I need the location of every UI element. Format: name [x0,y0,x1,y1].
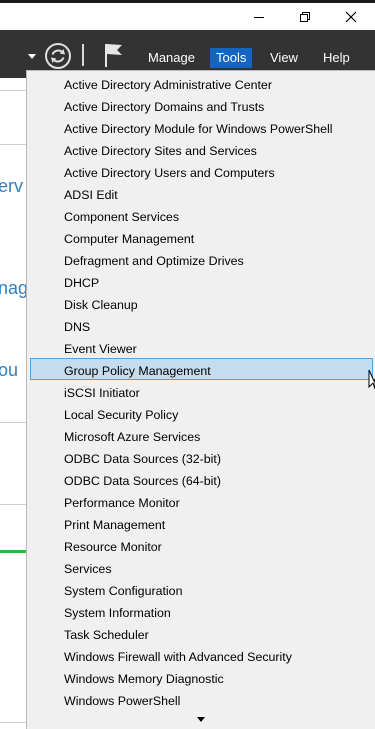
tools-dropdown-menu: Active Directory Administrative Center A… [26,70,375,729]
menu-item-dns[interactable]: DNS [64,316,364,338]
divider [0,422,26,423]
menu-item-defragment[interactable]: Defragment and Optimize Drives [64,250,364,272]
menu-item-odbc-64[interactable]: ODBC Data Sources (64-bit) [64,470,364,492]
menu-item-system-information[interactable]: System Information [64,602,364,624]
menu-item-group-policy-management[interactable]: Group Policy Management [64,360,364,382]
menu-manage[interactable]: Manage [142,48,201,68]
close-icon [345,11,357,22]
minimize-button[interactable] [236,3,282,30]
divider [0,504,26,505]
mouse-cursor-icon [368,369,375,390]
menu-item-ad-users-computers[interactable]: Active Directory Users and Computers [64,162,364,184]
dashboard-link-fragment[interactable]: nag [0,278,26,299]
menu-item-dhcp[interactable]: DHCP [64,272,364,294]
flag-icon[interactable] [103,42,123,68]
dashboard-background-pane: erv nag ou [0,78,26,729]
window-titlebar [0,0,375,30]
menu-item-computer-management[interactable]: Computer Management [64,228,364,250]
divider [0,90,26,91]
menu-item-services[interactable]: Services [64,558,364,580]
restore-button[interactable] [282,3,328,30]
menu-item-iscsi-initiator[interactable]: iSCSI Initiator [64,382,364,404]
menu-item-task-scheduler[interactable]: Task Scheduler [64,624,364,646]
restore-icon [300,11,310,22]
menu-help[interactable]: Help [317,48,356,68]
dashboard-link-fragment[interactable]: ou [0,360,26,381]
close-button[interactable] [328,3,374,30]
dropdown-arrow-icon[interactable] [27,52,37,60]
divider [0,144,26,145]
menu-item-odbc-32[interactable]: ODBC Data Sources (32-bit) [64,448,364,470]
menu-item-ad-powershell-module[interactable]: Active Directory Module for Windows Powe… [64,118,364,140]
minimize-icon [254,16,264,18]
menu-item-component-services[interactable]: Component Services [64,206,364,228]
menu-item-performance-monitor[interactable]: Performance Monitor [64,492,364,514]
menu-item-resource-monitor[interactable]: Resource Monitor [64,536,364,558]
status-bar-green [0,550,26,553]
menu-item-windows-powershell[interactable]: Windows PowerShell [64,690,364,712]
refresh-icon[interactable] [44,42,72,70]
menu-item-azure-services[interactable]: Microsoft Azure Services [64,426,364,448]
menu-item-windows-memory-diagnostic[interactable]: Windows Memory Diagnostic [64,668,364,690]
menu-item-local-security-policy[interactable]: Local Security Policy [64,404,364,426]
menu-item-adsi-edit[interactable]: ADSI Edit [64,184,364,206]
menu-item-disk-cleanup[interactable]: Disk Cleanup [64,294,364,316]
menu-item-ad-admin-center[interactable]: Active Directory Administrative Center [64,74,364,96]
menu-item-event-viewer[interactable]: Event Viewer [64,338,364,360]
menu-view[interactable]: View [264,48,304,68]
menu-item-ad-domains-trusts[interactable]: Active Directory Domains and Trusts [64,96,364,118]
menu-tools[interactable]: Tools [210,48,253,68]
toolbar-separator [82,44,84,66]
dashboard-heading-fragment: erv [0,176,24,196]
chevron-down-icon[interactable] [197,717,205,723]
divider [0,722,26,723]
menu-item-windows-firewall[interactable]: Windows Firewall with Advanced Security [64,646,364,668]
menu-item-print-management[interactable]: Print Management [64,514,364,536]
menu-item-system-configuration[interactable]: System Configuration [64,580,364,602]
menu-item-ad-sites-services[interactable]: Active Directory Sites and Services [64,140,364,162]
